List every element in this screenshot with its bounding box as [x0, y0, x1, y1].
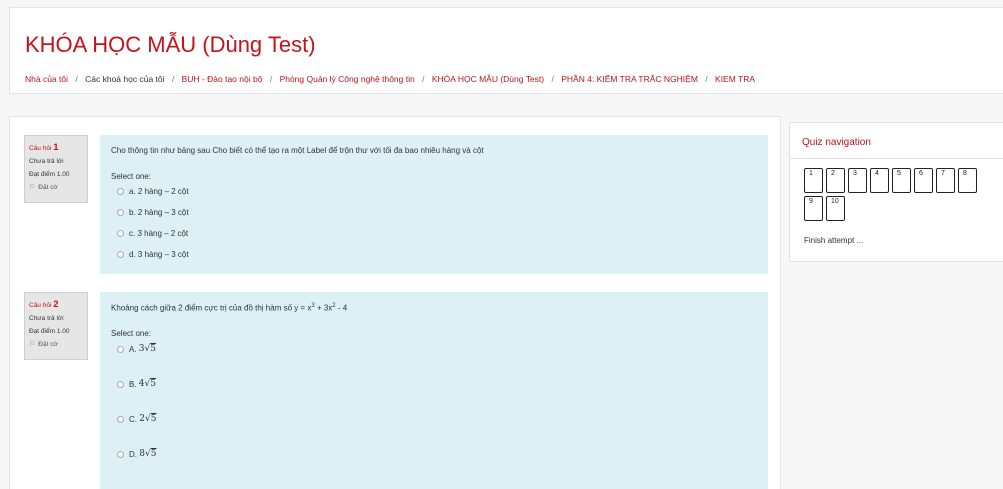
answer-letter: C. — [129, 414, 137, 424]
quiz-nav-button-7[interactable]: 7 — [936, 168, 955, 193]
question-number: 2 — [53, 299, 59, 310]
coefficient: 4 — [138, 379, 145, 389]
question-label: Câu hỏi — [29, 302, 52, 309]
select-one-label: Select one: — [111, 329, 152, 338]
answer-option[interactable]: d. 3 hàng – 3 cột — [117, 250, 189, 259]
flag-question-button[interactable]: ⚐ Đặt cờ — [29, 338, 83, 351]
question-grade: Đạt điểm 1.00 — [29, 328, 70, 335]
quiz-nav-button-8[interactable]: 8 — [958, 168, 977, 193]
answer-letter: D. — [129, 449, 137, 459]
sqrt-expression: 3√5 — [138, 344, 157, 354]
radio-button[interactable] — [117, 415, 124, 423]
question-status: Chưa trả lời — [29, 315, 64, 322]
radio-button[interactable] — [117, 209, 124, 216]
sqrt-expression: 2√5 — [139, 414, 157, 424]
breadcrumb-my-courses: Các khoá học của tôi — [85, 74, 165, 84]
page-header: KHÓA HỌC MẪU (Dùng Test) Nhà của tôi / C… — [9, 7, 1003, 94]
coefficient: 2 — [139, 414, 145, 424]
breadcrumb-section[interactable]: PHẦN 4: KIỂM TRA TRẮC NGHIỆM — [561, 74, 698, 84]
question-text-part: + 3x — [314, 303, 333, 313]
radicand: 5 — [150, 449, 157, 459]
question-text: Khoảng cách giữa 2 điểm cực trị của đồ t… — [111, 303, 347, 313]
quiz-navigation-buttons: 1 2 3 4 5 6 7 8 9 10 — [804, 168, 979, 221]
radio-button[interactable] — [117, 380, 124, 388]
page-title: KHÓA HỌC MẪU (Dùng Test) — [25, 32, 316, 57]
radio-button[interactable] — [117, 345, 124, 353]
breadcrumb-separator: / — [269, 74, 273, 84]
quiz-nav-button-10[interactable]: 10 — [826, 196, 845, 221]
breadcrumb-course[interactable]: KHÓA HỌC MẪU (Dùng Test) — [432, 74, 544, 84]
answer-option-label: d. 3 hàng – 3 cột — [129, 250, 189, 259]
breadcrumb-separator: / — [551, 74, 554, 84]
question-status: Chưa trả lời — [29, 158, 64, 165]
question-grade: Đạt điểm 1.00 — [29, 171, 70, 178]
question-text: Cho thông tin như bảng sau Cho biết có t… — [111, 146, 484, 155]
coefficient: 3 — [138, 344, 145, 354]
question-info-2: Câu hỏi 2 Chưa trả lời Đạt điểm 1.00 ⚐ Đặ… — [24, 292, 88, 360]
radio-button[interactable] — [117, 188, 124, 195]
sqrt-expression: 4√5 — [138, 379, 157, 389]
question-content-2: Khoảng cách giữa 2 điểm cực trị của đồ t… — [100, 292, 768, 489]
quiz-nav-button-3[interactable]: 3 — [848, 168, 867, 193]
answer-option[interactable]: C. 2√5 — [117, 414, 156, 424]
breadcrumb: Nhà của tôi / Các khoá học của tôi / BUH… — [25, 74, 755, 84]
flag-label: Đặt cờ — [38, 341, 58, 348]
question-label: Câu hỏi — [29, 145, 52, 152]
radicand: 5 — [150, 414, 157, 424]
question-content-1: Cho thông tin như bảng sau Cho biết có t… — [100, 135, 768, 274]
answer-letter: A. — [129, 344, 137, 354]
question-text-part: Khoảng cách giữa 2 điểm cực trị của đồ t… — [111, 303, 312, 313]
flag-label: Đặt cờ — [38, 184, 58, 191]
breadcrumb-separator: / — [422, 74, 425, 84]
divider — [790, 158, 1003, 159]
radio-button[interactable] — [117, 450, 124, 458]
breadcrumb-category[interactable]: BUH - Đào tạo nội bộ — [182, 74, 263, 84]
answer-option[interactable]: a. 2 hàng – 2 cột — [117, 187, 189, 196]
quiz-nav-button-5[interactable]: 5 — [892, 168, 911, 193]
breadcrumb-quiz[interactable]: KIEM TRA — [715, 74, 755, 84]
breadcrumb-separator: / — [705, 74, 708, 84]
radio-button[interactable] — [117, 251, 124, 258]
answer-option-label: a. 2 hàng – 2 cột — [129, 187, 189, 196]
answer-option-label: b. 2 hàng – 3 cột — [129, 208, 189, 217]
breadcrumb-home[interactable]: Nhà của tôi — [25, 74, 68, 84]
answer-letter: B. — [129, 379, 137, 389]
answer-option[interactable]: D. 8√5 — [117, 449, 156, 459]
finish-attempt-link[interactable]: Finish attempt ... — [804, 236, 863, 245]
question-text-part: - 4 — [335, 303, 348, 313]
answer-option[interactable]: A. 3√5 — [117, 344, 156, 354]
quiz-nav-button-2[interactable]: 2 — [826, 168, 845, 193]
radio-button[interactable] — [117, 230, 124, 237]
answer-option[interactable]: b. 2 hàng – 3 cột — [117, 208, 189, 217]
breadcrumb-separator: / — [75, 74, 78, 84]
answer-option[interactable]: c. 3 hàng – 2 cột — [117, 229, 188, 238]
quiz-main: Câu hỏi 1 Chưa trả lời Đạt điểm 1.00 ⚐ Đặ… — [9, 116, 781, 489]
question-info-1: Câu hỏi 1 Chưa trả lời Đạt điểm 1.00 ⚐ Đặ… — [24, 135, 88, 203]
flag-icon: ⚐ — [29, 341, 36, 348]
quiz-navigation-title: Quiz navigation — [802, 137, 871, 148]
sqrt-expression: 8√5 — [139, 449, 157, 459]
flag-question-button[interactable]: ⚐ Đặt cờ — [29, 181, 83, 194]
flag-icon: ⚐ — [29, 184, 36, 191]
breadcrumb-separator: / — [171, 74, 175, 84]
select-one-label: Select one: — [111, 172, 152, 181]
radicand: 5 — [150, 379, 157, 389]
breadcrumb-department[interactable]: Phòng Quản lý Công nghệ thông tin — [280, 74, 415, 84]
coefficient: 8 — [139, 449, 145, 459]
quiz-nav-button-9[interactable]: 9 — [804, 196, 823, 221]
quiz-nav-button-4[interactable]: 4 — [870, 168, 889, 193]
answer-option-label: c. 3 hàng – 2 cột — [129, 229, 189, 238]
quiz-nav-button-6[interactable]: 6 — [914, 168, 933, 193]
question-number: 1 — [53, 142, 59, 153]
quiz-navigation-block: Quiz navigation 1 2 3 4 5 6 7 8 9 10 Fin… — [789, 122, 1003, 262]
quiz-nav-button-1[interactable]: 1 — [804, 168, 823, 193]
radicand: 5 — [150, 344, 157, 354]
answer-option[interactable]: B. 4√5 — [117, 379, 156, 389]
